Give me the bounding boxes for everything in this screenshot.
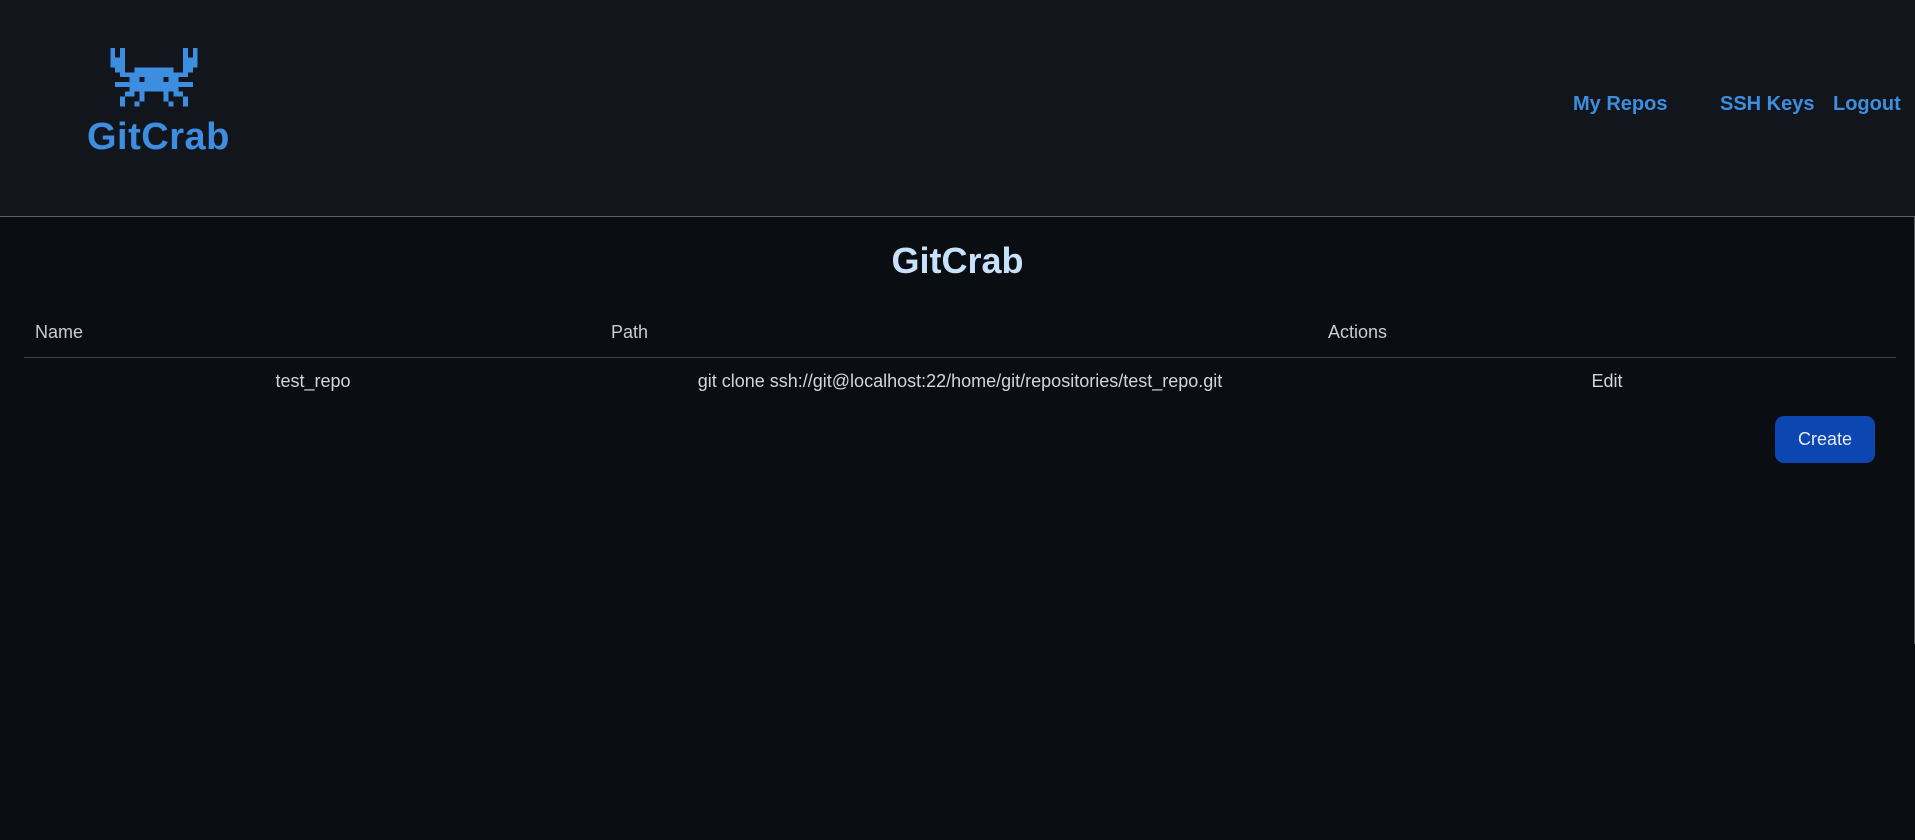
nav-logout[interactable]: Logout xyxy=(1833,93,1901,121)
repo-name-cell: test_repo xyxy=(275,371,351,391)
nav-ssh-keys[interactable]: SSH Keys xyxy=(1720,93,1815,121)
column-header-name: Name xyxy=(35,322,84,342)
edit-repo-link[interactable]: Edit xyxy=(1591,371,1622,392)
site-header: GitCrab My Repos SSH Keys Logout xyxy=(0,0,1915,217)
crab-icon xyxy=(110,48,198,107)
nav-my-repos[interactable]: My Repos xyxy=(1573,93,1667,121)
column-header-actions: Actions xyxy=(1328,322,1388,342)
column-header-path: Path xyxy=(611,322,649,342)
logo-text: GitCrab xyxy=(87,116,230,158)
repo-path-cell: git clone ssh://git@localhost:22/home/gi… xyxy=(697,371,1223,391)
page-title: GitCrab xyxy=(891,240,1024,281)
home-logo-link[interactable]: GitCrab xyxy=(84,48,229,160)
create-repo-button[interactable]: Create xyxy=(1775,416,1875,463)
table-header-divider xyxy=(24,357,1896,358)
